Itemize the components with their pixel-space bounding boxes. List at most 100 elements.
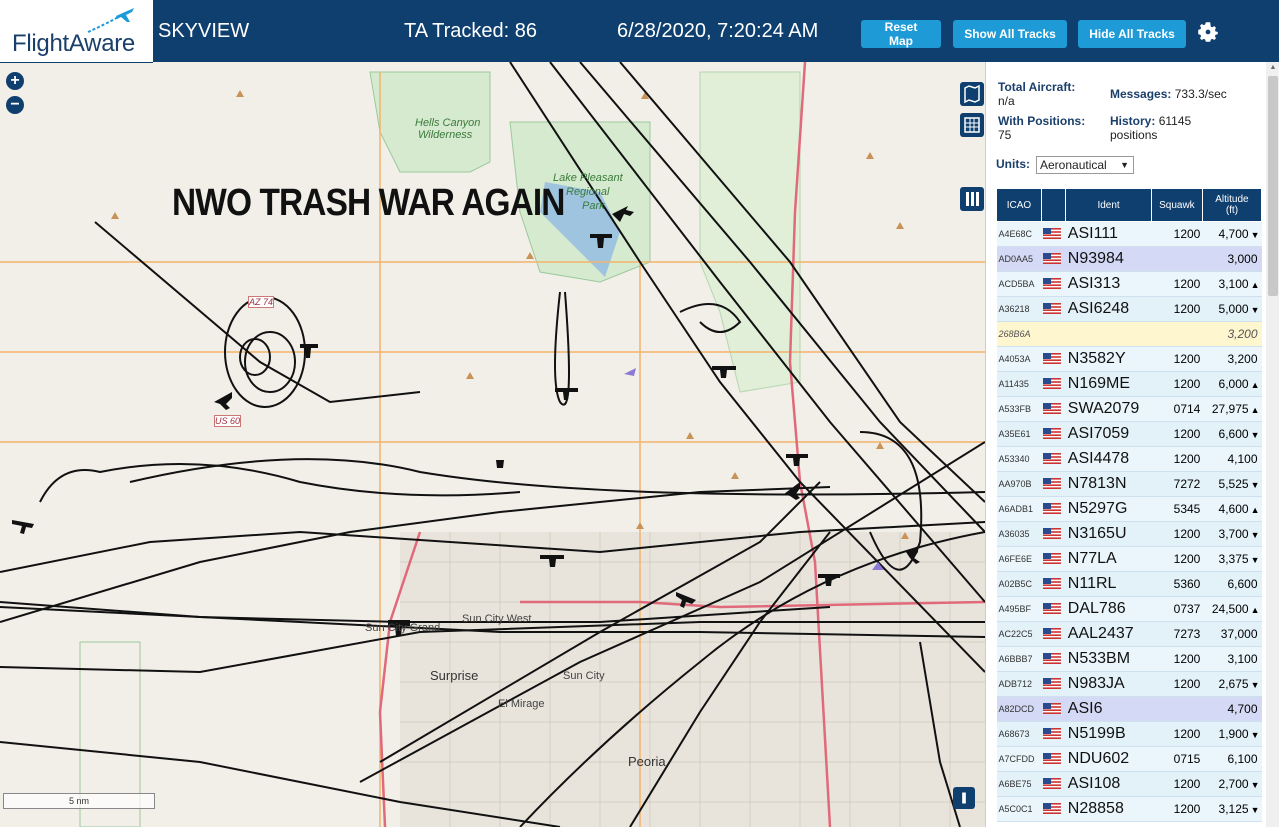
zoom-out-button[interactable]: − — [6, 96, 24, 114]
altitude-trend-icon: ▼ — [1250, 305, 1260, 315]
map-label: Regional — [566, 186, 610, 198]
aircraft-table-container[interactable]: ICAO Ident Squawk Altitude (ft) A4E68C AS… — [996, 188, 1263, 822]
icao-cell: AC22C5 — [996, 621, 1042, 647]
logo-text: FlightAware — [12, 30, 135, 57]
altitude-value: 5,000 — [1218, 302, 1249, 316]
stat-label: Messages: — [1110, 87, 1172, 101]
us-flag-icon — [1043, 353, 1062, 365]
column-header-squawk[interactable]: Squawk — [1150, 188, 1203, 222]
table-row[interactable]: AA970B N7813N 7272 5,525 ▼ — [996, 471, 1262, 497]
table-row[interactable]: A7CFDD NDU602 0715 6,100 — [996, 746, 1262, 772]
units-select[interactable]: Aeronautical ▼ — [1036, 156, 1134, 174]
table-row[interactable]: A533FB SWA2079 0714 27,975 ▲ — [996, 396, 1262, 422]
altitude-trend-icon: ▼ — [1250, 780, 1260, 790]
table-row[interactable]: 268B6A 3,200 — [996, 321, 1262, 347]
altitude-value: 4,700 — [1227, 702, 1258, 716]
altitude-trend-icon: ▼ — [1250, 555, 1260, 565]
messages-stat: Messages: 733.3/sec — [1110, 87, 1227, 101]
map-layers-icon[interactable] — [960, 82, 984, 106]
column-header-altitude[interactable]: Altitude (ft) — [1201, 188, 1263, 222]
table-row[interactable]: A68673 N5199B 1200 1,900 ▼ — [996, 721, 1262, 747]
info-icon[interactable] — [953, 787, 975, 809]
altitude-value: 3,700 — [1218, 527, 1249, 541]
show-all-tracks-button[interactable]: Show All Tracks — [953, 20, 1067, 48]
altitude-cell: 5,000 ▼ — [1202, 296, 1262, 322]
aircraft-sidebar: Total Aircraft: n/a Messages: 733.3/sec … — [985, 62, 1279, 827]
zoom-in-button[interactable]: + — [6, 72, 24, 90]
map-canvas[interactable] — [0, 62, 985, 827]
flag-cell — [1041, 671, 1066, 697]
altitude-value: 4,700 — [1218, 227, 1249, 241]
altitude-cell: 5,525 ▼ — [1202, 471, 1262, 497]
map-grid-icon[interactable] — [960, 113, 984, 137]
total-aircraft-stat: Total Aircraft: n/a — [998, 80, 1075, 108]
flag-cell — [1041, 446, 1066, 472]
table-row[interactable]: A36035 N3165U 1200 3,700 ▼ — [996, 521, 1262, 547]
us-flag-icon — [1043, 753, 1062, 765]
squawk-cell: 1200 — [1151, 421, 1203, 447]
flag-cell — [1041, 571, 1066, 597]
squawk-cell: 1200 — [1151, 346, 1203, 372]
squawk-cell: 1200 — [1151, 371, 1203, 397]
altitude-cell: 3,100 — [1202, 646, 1262, 672]
aircraft-tracked-count: TA Tracked: 86 — [404, 20, 538, 42]
squawk-cell — [1151, 321, 1203, 347]
hide-all-tracks-button[interactable]: Hide All Tracks — [1078, 20, 1186, 48]
aircraft-icon — [300, 344, 318, 358]
us-flag-icon — [1043, 728, 1062, 740]
squawk-cell: 1200 — [1151, 796, 1203, 822]
table-row[interactable]: A6ADB1 N5297G 5345 4,600 ▲ — [996, 496, 1262, 522]
flag-cell — [1041, 421, 1066, 447]
table-row[interactable]: A4053A N3582Y 1200 3,200 — [996, 346, 1262, 372]
aircraft-icon — [12, 520, 34, 534]
altitude-cell: 4,700 ▼ — [1202, 221, 1262, 247]
table-row[interactable]: A495BF DAL786 0737 24,500 ▲ — [996, 596, 1262, 622]
altitude-value: 1,900 — [1218, 727, 1249, 741]
column-header-ident[interactable]: Ident — [1065, 188, 1152, 222]
table-row[interactable]: A53340 ASI4478 1200 4,100 — [996, 446, 1262, 472]
flag-cell — [1041, 221, 1066, 247]
table-row[interactable]: A6BBB7 N533BM 1200 3,100 — [996, 646, 1262, 672]
table-row[interactable]: A6BE75 ASI108 1200 2,700 ▼ — [996, 771, 1262, 797]
flag-cell — [1041, 271, 1066, 297]
reset-map-button[interactable]: Reset Map — [861, 20, 941, 48]
altitude-value: 3,100 — [1227, 652, 1258, 666]
flag-cell — [1041, 696, 1066, 722]
stat-value: n/a — [998, 94, 1015, 108]
icao-cell: AA970B — [996, 471, 1042, 497]
table-row[interactable]: A11435 N169ME 1200 6,000 ▲ — [996, 371, 1262, 397]
table-row[interactable]: A02B5C N11RL 5360 6,600 — [996, 571, 1262, 597]
table-row[interactable]: A4E68C ASI111 1200 4,700 ▼ — [996, 221, 1262, 247]
ident-cell: N93984 — [1065, 246, 1152, 272]
altitude-value: 3,100 — [1218, 277, 1249, 291]
table-row[interactable]: A36218 ASI6248 1200 5,000 ▼ — [996, 296, 1262, 322]
table-row[interactable]: ADB712 N983JA 1200 2,675 ▼ — [996, 671, 1262, 697]
flag-cell — [1041, 396, 1066, 422]
table-row[interactable]: A5C0C1 N28858 1200 3,125 ▼ — [996, 796, 1262, 822]
columns-toggle-icon[interactable] — [960, 187, 984, 211]
table-row[interactable]: A35E61 ASI7059 1200 6,600 ▼ — [996, 421, 1262, 447]
table-row[interactable]: A82DCD ASI6 4,700 — [996, 696, 1262, 722]
map-view[interactable]: + − Hells Canyon Wilderness Lake Pleasan… — [0, 62, 985, 827]
squawk-cell: 0715 — [1151, 746, 1203, 772]
flightaware-logo[interactable]: FlightAware — [0, 0, 153, 63]
icao-cell: ACD5BA — [996, 271, 1042, 297]
table-row[interactable]: AC22C5 AAL2437 7273 37,000 — [996, 621, 1262, 647]
table-row[interactable]: ACD5BA ASI313 1200 3,100 ▲ — [996, 271, 1262, 297]
us-flag-icon — [1043, 628, 1062, 640]
ident-cell — [1065, 321, 1152, 347]
table-row[interactable]: AD0AA5 N93984 3,000 — [996, 246, 1262, 272]
table-row[interactable]: A6FE6E N77LA 1200 3,375 ▼ — [996, 546, 1262, 572]
map-label: Wilderness — [418, 129, 473, 141]
gear-icon[interactable] — [1195, 19, 1221, 45]
column-header-icao[interactable]: ICAO — [996, 188, 1042, 222]
scrollbar-thumb[interactable] — [1268, 76, 1278, 296]
us-flag-icon — [1043, 603, 1062, 615]
icao-cell: A4E68C — [996, 221, 1042, 247]
altitude-value: 6,000 — [1218, 377, 1249, 391]
altitude-cell: 2,700 ▼ — [1202, 771, 1262, 797]
ident-cell: N3582Y — [1065, 346, 1152, 372]
column-header-flag[interactable] — [1040, 188, 1067, 222]
scroll-up-arrow-icon[interactable]: ▲ — [1268, 64, 1278, 74]
icao-cell: A7CFDD — [996, 746, 1042, 772]
